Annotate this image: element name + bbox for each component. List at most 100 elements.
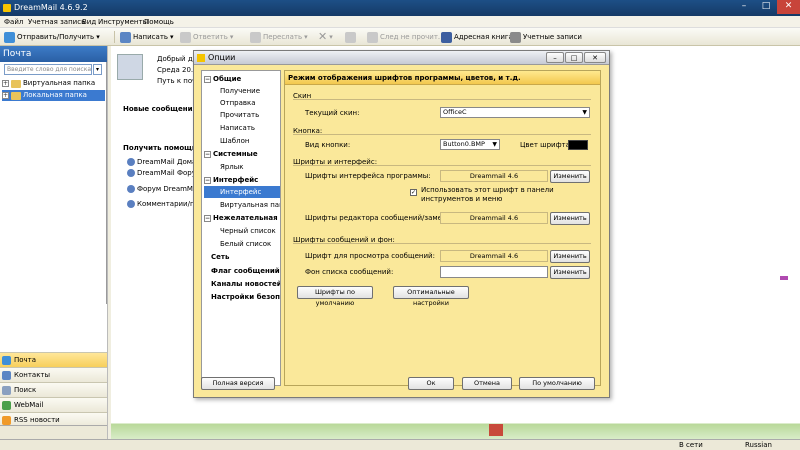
collapse-icon[interactable]: − [204,214,211,222]
options-panel: Режим отображения шрифтов программы, цве… [284,70,601,386]
defaults-button[interactable]: По умолчанию [519,377,595,390]
help-link[interactable]: DreamMail Домаш [127,158,203,166]
compose-button[interactable]: Написать ▾ [120,30,174,44]
tree-item-template[interactable]: Шаблон [204,135,280,147]
grass-decoration [111,404,800,439]
send-receive-icon [4,31,15,43]
collapse-icon[interactable]: − [204,150,211,158]
tree-item-local-folder[interactable]: + Локальная папка [2,90,105,101]
use-font-checkbox-label: Использовать этот шрифт в панели инструм… [421,186,554,203]
tree-item-whitelist[interactable]: Белый список [204,238,280,250]
dialog-maximize-button[interactable]: □ [565,52,583,63]
tree-group-general[interactable]: − Общие [204,73,280,85]
accounts-icon [510,31,521,43]
font-color-label: Цвет шрифта: [520,141,573,149]
nav-contacts[interactable]: Контакты [0,367,107,382]
tree-item-interface[interactable]: Интерфейс [204,186,280,198]
delete-icon: ✕ [318,30,328,43]
editor-font-preview: Dreammail 4.6 [440,212,548,224]
menu-file[interactable]: Файл [4,16,23,28]
nav-webmail[interactable]: WebMail [0,397,107,412]
cancel-button[interactable]: Отмена [462,377,512,390]
current-skin-label: Текущий скин: [305,109,360,117]
nav-mail[interactable]: Почта [0,352,107,367]
minimize-button[interactable]: – [733,0,755,14]
folder-icon [11,79,21,88]
tree-item-read[interactable]: Прочитать [204,109,280,121]
status-bar: В сети Russian [0,439,800,450]
chevron-down-icon: ▾ [229,33,234,41]
contacts-icon [2,371,11,380]
change-list-bg-button[interactable]: Изменить [550,266,590,279]
tree-item-network[interactable]: Сеть [204,251,280,263]
tree-item-receive[interactable]: Получение [204,85,280,97]
tree-item-message-flags[interactable]: Флаг сообщений [204,265,280,277]
menu-view[interactable]: Вид [82,16,96,28]
menu-help[interactable]: Помощь [144,16,174,28]
expand-icon[interactable]: + [2,80,9,87]
tree-item-blacklist[interactable]: Черный список [204,225,280,237]
next-unread-button[interactable]: След не прочит. [367,30,440,44]
font-color-swatch[interactable] [568,140,588,150]
tree-item-compose[interactable]: Написать [204,122,280,134]
maximize-button[interactable]: □ [755,0,777,14]
button-view-select[interactable]: Button0.BMP ▼ [440,139,500,150]
avatar [117,54,143,80]
dialog-close-button[interactable]: ✕ [584,52,606,63]
optimal-settings-button[interactable]: Оптимальные настройки [393,286,469,307]
tree-group-system[interactable]: − Системные [204,148,280,160]
address-book-icon [441,31,452,43]
menu-account[interactable]: Учетная запись [28,16,85,28]
app-icon [3,4,11,12]
full-version-button[interactable]: Полная версия [201,377,275,390]
options-dialog: Опции – □ ✕ − Общие Получение Отправка Пр… [193,50,610,398]
mail-icon [2,356,11,365]
tree-item-news-feeds[interactable]: Каналы новостей ... [204,278,280,290]
dialog-minimize-button[interactable]: – [546,52,564,63]
reply-button[interactable]: Ответить ▾ [180,30,233,44]
use-font-checkbox[interactable]: ✓ [410,189,417,196]
change-interface-font-button[interactable]: Изменить [550,170,590,183]
print-button[interactable] [345,30,356,44]
rss-icon [2,416,11,425]
close-button[interactable]: ✕ [777,0,800,14]
tree-item-virtual-folder[interactable]: Виртуальная папка [204,199,280,211]
comment-icon [127,200,135,208]
forward-button[interactable]: Переслать ▾ [250,30,308,44]
accounts-button[interactable]: Учетные записи [510,30,582,44]
forward-icon [250,31,261,43]
default-fonts-button[interactable]: Шрифты по умолчанию [297,286,373,307]
collapse-icon[interactable]: − [204,75,211,83]
search-options-button[interactable]: ▾ [93,64,102,75]
tree-item-send[interactable]: Отправка [204,97,280,109]
help-link[interactable]: DreamMail Форум [127,169,201,177]
chevron-down-icon: ▼ [582,109,587,116]
view-font-label: Шрифт для просмотра сообщений: [305,252,435,260]
toolbar-separator [114,31,115,43]
print-icon [345,31,356,43]
delete-button[interactable]: ✕ ▾ [318,30,333,44]
tree-group-interface[interactable]: − Интерфейс [204,174,280,186]
nav-search[interactable]: Поиск [0,382,107,397]
help-link[interactable]: Форум DreamMail [127,185,201,193]
webmail-icon [2,401,11,410]
change-editor-font-button[interactable]: Изменить [550,212,590,225]
tree-group-junk[interactable]: −Нежелательная п... [204,212,280,224]
interface-font-label: Шрифты интерфейса программы: [305,172,431,180]
expand-icon[interactable]: + [2,92,9,99]
collapse-icon[interactable]: − [204,176,211,184]
menu-tools[interactable]: Инструменты [98,16,148,28]
tree-item-virtual-folder[interactable]: + Виртуальная папка [2,78,105,89]
globe-icon [127,185,135,193]
search-input[interactable]: Введите слово для поиска [4,64,92,75]
send-receive-button[interactable]: Отправить/Получить ▾ [4,30,100,44]
tree-item-security[interactable]: Настройки безопа... [204,291,280,303]
change-view-font-button[interactable]: Изменить [550,250,590,263]
address-book-button[interactable]: Адресная книга [441,30,513,44]
help-link[interactable]: Комментарии/пре [127,200,203,208]
skin-select[interactable]: OfficeC ▼ [440,107,590,118]
compose-icon [120,31,131,43]
ok-button[interactable]: Ок [408,377,454,390]
panel-footer-toolbar [0,425,107,439]
tree-item-shortcut[interactable]: Ярлык [204,161,280,173]
